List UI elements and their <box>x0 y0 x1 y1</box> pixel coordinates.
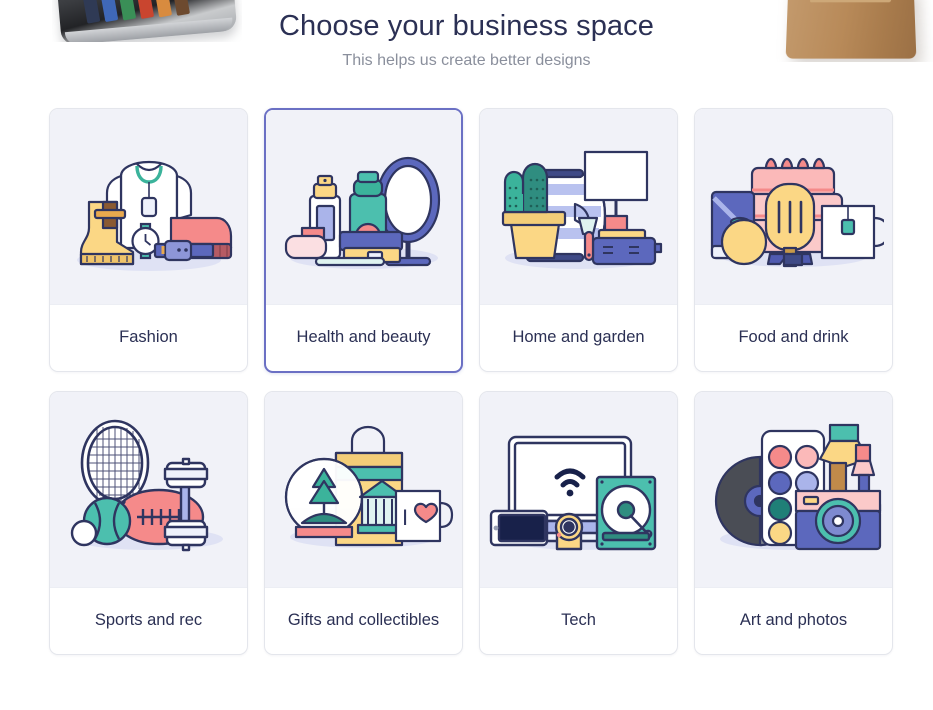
gifts-illustration: I <box>265 392 462 589</box>
business-space-grid: Fashion Health and beauty Home and garde… <box>49 108 895 656</box>
card-food-and-drink[interactable]: Food and drink <box>694 108 893 373</box>
page-title: Choose your business space <box>279 10 654 42</box>
card-tech[interactable]: Tech <box>479 391 678 656</box>
health-illustration <box>266 110 461 305</box>
card-label: Art and photos <box>739 611 848 630</box>
card-home-and-garden[interactable]: Home and garden <box>479 108 678 373</box>
tech-illustration <box>480 392 677 589</box>
page-subtitle: This helps us create better designs <box>342 51 591 69</box>
card-label: Tech <box>561 611 596 630</box>
card-label: Sports and rec <box>94 611 203 630</box>
fashion-illustration <box>50 109 247 305</box>
card-art-and-photos[interactable]: Art and photos <box>694 391 893 656</box>
home-garden-illustration <box>480 109 677 305</box>
card-label: Food and drink <box>738 328 849 346</box>
page-header: Choose your business space This helps us… <box>0 8 933 70</box>
card-label: Gifts and collectibles <box>287 611 440 630</box>
card-label: Fashion <box>119 328 178 346</box>
mug-letter: I <box>402 505 408 530</box>
card-health-and-beauty[interactable]: Health and beauty <box>264 108 463 374</box>
card-gifts-and-collectibles[interactable]: I Gifts and collectibles <box>264 391 463 656</box>
card-label: Home and garden <box>512 328 645 346</box>
art-photos-illustration <box>695 392 892 589</box>
card-sports-and-rec[interactable]: Sports and rec <box>49 391 248 656</box>
card-fashion[interactable]: Fashion <box>49 108 248 373</box>
food-drink-illustration <box>695 109 892 305</box>
card-label: Health and beauty <box>296 328 431 346</box>
sports-illustration <box>50 392 247 589</box>
